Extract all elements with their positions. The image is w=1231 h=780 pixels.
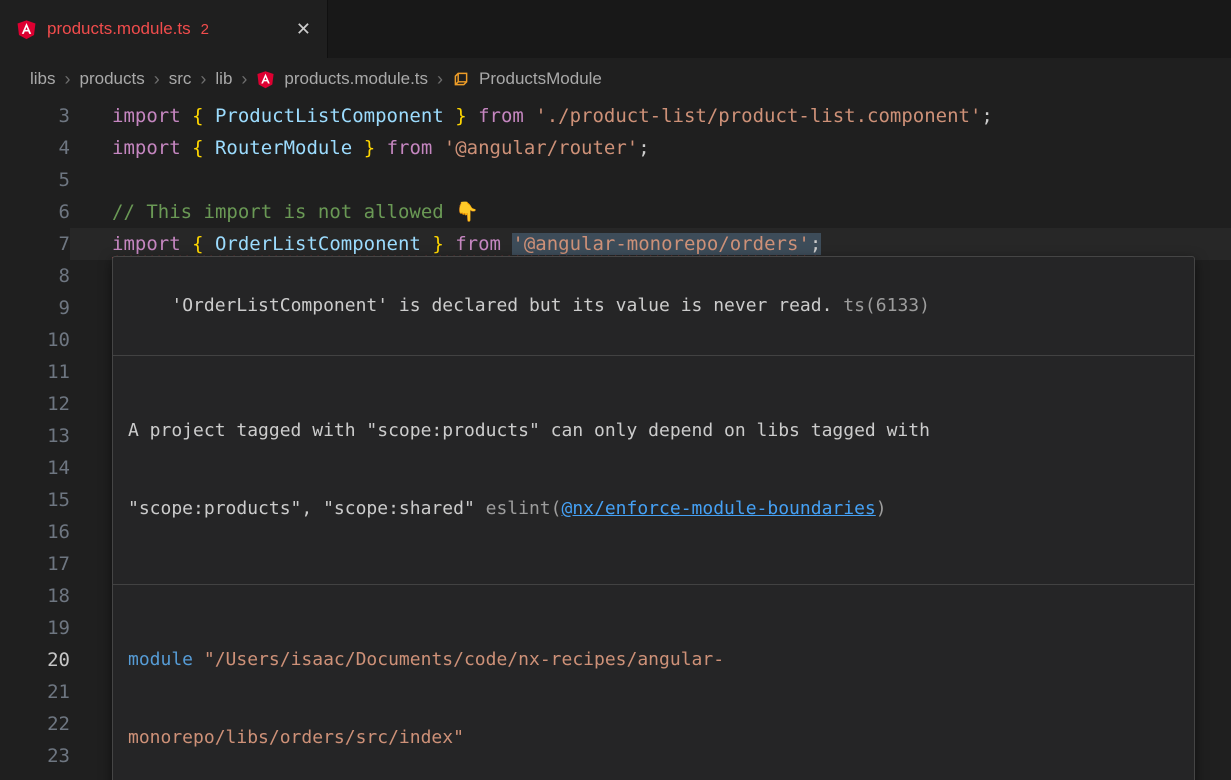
line-number[interactable]: 10 <box>0 324 70 356</box>
module-path-line-1: module "/Users/isaac/Documents/code/nx-r… <box>128 647 1179 673</box>
line-number[interactable]: 19 <box>0 612 70 644</box>
line-number[interactable]: 16 <box>0 516 70 548</box>
tab-bar: products.module.ts 2 ✕ <box>0 0 1231 58</box>
eslint-source-open: eslint( <box>486 498 562 519</box>
line-number[interactable]: 13 <box>0 420 70 452</box>
eslint-source-close: ) <box>876 498 887 519</box>
code-line-3[interactable]: 3import { ProductListComponent } from '.… <box>0 100 1231 132</box>
module-keyword: module <box>128 649 193 670</box>
line-content: import { RouterModule } from '@angular/r… <box>70 132 1231 164</box>
line-number[interactable]: 4 <box>0 132 70 164</box>
line-content <box>70 164 1231 196</box>
close-icon[interactable]: ✕ <box>296 19 311 40</box>
ts-diagnostic-code: ts(6133) <box>832 295 930 316</box>
line-number[interactable]: 23 <box>0 740 70 772</box>
eslint-message-line-1: A project tagged with "scope:products" c… <box>128 418 1179 444</box>
angular-file-icon <box>256 70 275 89</box>
line-number[interactable]: 12 <box>0 388 70 420</box>
line-number[interactable]: 5 <box>0 164 70 196</box>
line-number[interactable]: 8 <box>0 260 70 292</box>
breadcrumb: libs › products › src › lib › products.m… <box>0 58 1231 100</box>
module-path-line-2: monorepo/libs/orders/src/index" <box>128 725 1179 751</box>
line-number[interactable]: 22 <box>0 708 70 740</box>
line-number[interactable]: 14 <box>0 452 70 484</box>
code-line-4[interactable]: 4import { RouterModule } from '@angular/… <box>0 132 1231 164</box>
line-content: import { ProductListComponent } from './… <box>70 100 1231 132</box>
chevron-right-icon: › <box>437 69 443 90</box>
breadcrumb-item-lib[interactable]: lib <box>215 69 232 89</box>
line-number[interactable]: 9 <box>0 292 70 324</box>
line-number[interactable]: 3 <box>0 100 70 132</box>
line-number[interactable]: 21 <box>0 676 70 708</box>
line-number[interactable]: 18 <box>0 580 70 612</box>
line-number[interactable]: 20 <box>0 644 70 676</box>
eslint-message-line-2: "scope:products", "scope:shared" eslint(… <box>128 496 1179 522</box>
diagnostic-eslint: A project tagged with "scope:products" c… <box>113 355 1194 584</box>
hover-diagnostics-popup: 'OrderListComponent' is declared but its… <box>112 256 1195 780</box>
chevron-right-icon: › <box>65 69 71 90</box>
line-number[interactable]: 7 <box>0 228 70 260</box>
code-line-5[interactable]: 5 <box>0 164 1231 196</box>
chevron-right-icon: › <box>200 69 206 90</box>
angular-file-icon <box>16 19 37 40</box>
tab-products-module-ts[interactable]: products.module.ts 2 ✕ <box>0 0 328 58</box>
breadcrumb-item-src[interactable]: src <box>169 69 192 89</box>
class-symbol-icon <box>452 70 470 88</box>
line-content: // This import is not allowed 👇 <box>70 196 1231 228</box>
breadcrumb-item-symbol[interactable]: ProductsModule <box>479 69 602 89</box>
breadcrumb-item-products[interactable]: products <box>80 69 145 89</box>
line-number[interactable]: 17 <box>0 548 70 580</box>
module-path-info: module "/Users/isaac/Documents/code/nx-r… <box>113 584 1194 780</box>
eslint-rule-link[interactable]: @nx/enforce-module-boundaries <box>561 498 875 519</box>
line-number[interactable]: 11 <box>0 356 70 388</box>
chevron-right-icon: › <box>154 69 160 90</box>
error-squiggle: import { OrderListComponent } from '@ang… <box>112 233 821 255</box>
code-line-6[interactable]: 6// This import is not allowed 👇 <box>0 196 1231 228</box>
breadcrumb-item-file[interactable]: products.module.ts <box>284 69 428 89</box>
diagnostic-ts6133: 'OrderListComponent' is declared but its… <box>113 257 1194 355</box>
tab-title: products.module.ts <box>47 19 191 39</box>
line-number[interactable]: 6 <box>0 196 70 228</box>
breadcrumb-item-libs[interactable]: libs <box>30 69 56 89</box>
ts-diagnostic-message: 'OrderListComponent' is declared but its… <box>171 295 832 316</box>
line-number[interactable]: 15 <box>0 484 70 516</box>
chevron-right-icon: › <box>241 69 247 90</box>
tab-problems-badge: 2 <box>201 21 209 38</box>
